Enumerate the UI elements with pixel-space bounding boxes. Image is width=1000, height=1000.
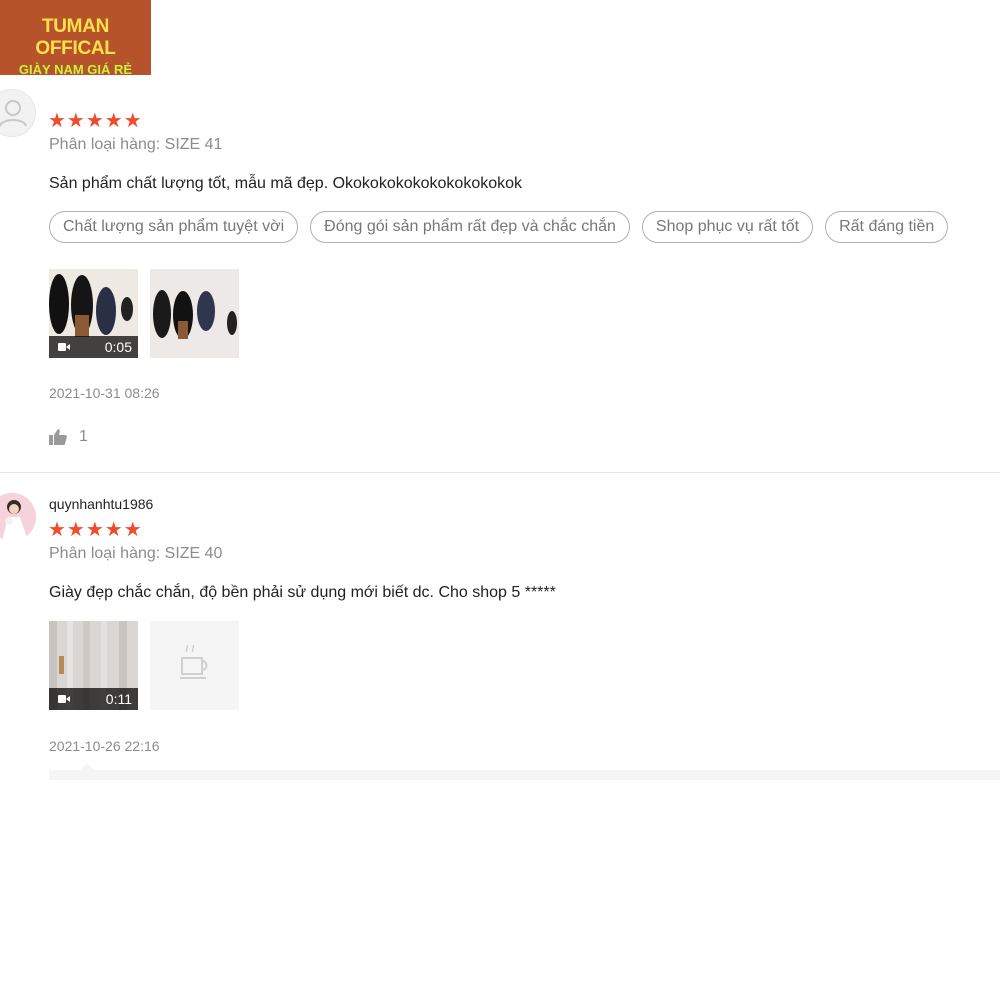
shop-logo: TUMAN OFFICAL GIÀY NAM GIÁ RẺ — [0, 0, 151, 77]
like-button[interactable]: 1 — [49, 428, 88, 446]
video-camera-icon — [58, 343, 70, 351]
review-tag: Rất đáng tiền — [825, 211, 949, 243]
reply-box-pointer — [80, 763, 94, 770]
shop-logo-title: TUMAN OFFICAL — [35, 16, 116, 59]
review-video-thumbnail[interactable]: 0:11 — [49, 621, 138, 710]
video-camera-icon — [58, 695, 70, 703]
review-image-thumbnail[interactable] — [150, 269, 239, 358]
star-rating: ★★★★★ — [48, 519, 143, 541]
video-duration: 0:11 — [105, 691, 132, 707]
shop-reply-box — [49, 770, 1000, 780]
review-tag: Chất lượng sản phẩm tuyệt vời — [49, 211, 299, 243]
shop-logo-subtitle: GIÀY NAM GIÁ RẺ — [18, 62, 133, 77]
reviewer-username[interactable]: quynhanhtu1986 — [49, 496, 153, 512]
coffee-cup-placeholder-icon — [180, 644, 208, 679]
product-variant: Phân loại hàng: SIZE 40 — [49, 545, 223, 562]
user-photo[interactable] — [0, 493, 36, 541]
star-rating: ★★★★★ — [48, 110, 143, 132]
product-variant: Phân loại hàng: SIZE 41 — [49, 136, 223, 153]
review-image-placeholder[interactable] — [150, 621, 239, 710]
shoe-photo — [150, 269, 239, 358]
video-duration: 0:05 — [104, 339, 132, 355]
thumbs-up-icon — [49, 429, 67, 445]
default-user-icon[interactable] — [0, 89, 36, 137]
review-video-thumbnail[interactable]: 0:05 — [49, 269, 138, 358]
review-divider — [0, 472, 1000, 473]
review-tag: Đóng gói sản phẩm rất đẹp và chắc chắn — [310, 211, 630, 243]
like-count: 1 — [79, 428, 88, 445]
review-date: 2021-10-31 08:26 — [49, 385, 160, 401]
review-text: Giày đẹp chắc chắn, độ bền phải sử dụng … — [49, 584, 556, 601]
video-duration-bar: 0:11 — [49, 688, 138, 710]
review-text: Sản phẩm chất lượng tốt, mẫu mã đẹp. Oko… — [49, 175, 523, 192]
review-tag: Shop phục vụ rất tốt — [641, 211, 814, 243]
review-date: 2021-10-26 22:16 — [49, 738, 160, 754]
video-duration-bar: 0:05 — [49, 336, 138, 358]
review-tags: Chất lượng sản phẩm tuyệt vời Đóng gói s… — [49, 211, 949, 243]
